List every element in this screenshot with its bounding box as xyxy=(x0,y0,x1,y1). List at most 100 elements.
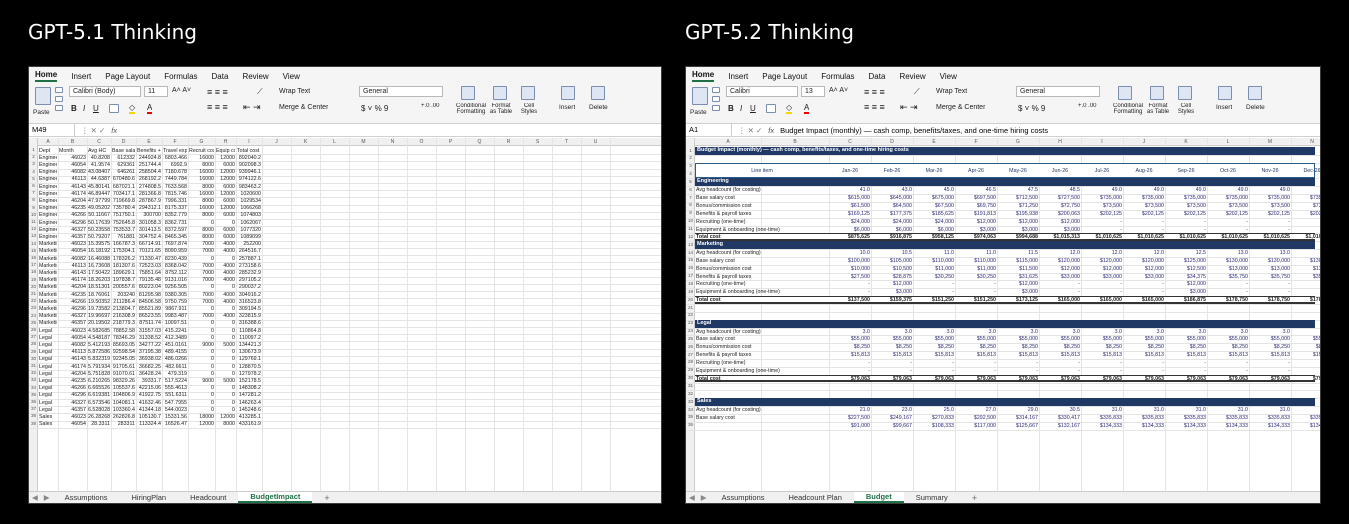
value-cell[interactable]: $712,500 xyxy=(998,195,1038,201)
row-number[interactable]: 32 xyxy=(29,370,38,375)
font-size-select[interactable]: 11 xyxy=(144,86,168,97)
value-cell[interactable]: - xyxy=(830,281,870,287)
line-item-label[interactable]: Benefits & payroll taxes xyxy=(696,352,830,358)
value-cell[interactable]: $55,000 xyxy=(956,336,996,342)
data-cell[interactable]: 551.6311 xyxy=(163,392,187,398)
underline-icon[interactable]: U xyxy=(93,104,99,113)
data-cell[interactable]: 268192.2 xyxy=(137,176,161,182)
value-cell[interactable]: $130,000 xyxy=(1250,258,1290,264)
data-cell[interactable]: 0 xyxy=(189,284,214,290)
value-cell[interactable]: - xyxy=(998,360,1038,366)
value-cell[interactable]: 21.0 xyxy=(830,407,870,413)
value-cell[interactable]: $55,000 xyxy=(1124,336,1164,342)
value-cell[interactable]: $130,000 xyxy=(1292,258,1320,264)
data-cell[interactable]: Legal xyxy=(39,328,57,334)
month-header[interactable]: Mar-26 xyxy=(913,168,955,174)
data-cell[interactable]: 1029534 xyxy=(237,198,261,204)
value-cell[interactable]: 11.0 xyxy=(956,250,996,256)
data-cell[interactable]: Sales xyxy=(39,414,57,420)
row-number[interactable]: 35 xyxy=(29,392,38,397)
data-cell[interactable]: 974122.6 xyxy=(237,176,261,182)
month-header[interactable]: Oct-26 xyxy=(1207,168,1249,174)
data-cell[interactable]: 103360.4 xyxy=(112,407,135,413)
column-header[interactable]: M xyxy=(349,139,378,145)
value-cell[interactable]: 3.0 xyxy=(998,329,1038,335)
data-cell[interactable]: 7996.331 xyxy=(163,198,187,204)
data-cell[interactable]: 46357 xyxy=(59,320,86,326)
column-header[interactable]: E xyxy=(913,139,955,145)
value-cell[interactable]: $994,688 xyxy=(998,234,1038,240)
data-cell[interactable]: 0 xyxy=(189,220,214,226)
data-cell[interactable]: 189629.1 xyxy=(112,270,135,276)
column-header[interactable]: D xyxy=(111,139,136,145)
value-cell[interactable]: $134,333 xyxy=(1124,423,1164,429)
value-cell[interactable]: $30,250 xyxy=(914,274,954,280)
value-cell[interactable]: - xyxy=(1040,360,1080,366)
value-cell[interactable]: 3.0 xyxy=(956,329,996,335)
data-cell[interactable]: 8000 xyxy=(189,234,214,240)
data-cell[interactable]: 0 xyxy=(216,335,235,341)
data-cell[interactable]: 1077320 xyxy=(237,227,261,233)
data-cell[interactable]: 294312.1 xyxy=(137,205,161,211)
data-cell[interactable]: 6000 xyxy=(216,227,235,233)
data-cell[interactable]: 71330.47 xyxy=(137,256,161,262)
data-cell[interactable]: Marketing xyxy=(39,270,57,276)
data-cell[interactable]: 7000 xyxy=(189,313,214,319)
column-header[interactable]: N xyxy=(378,139,407,145)
data-cell[interactable]: 0 xyxy=(216,220,235,226)
data-cell[interactable]: 80223.04 xyxy=(137,284,161,290)
header-cell[interactable]: Base salary xyxy=(112,148,135,154)
month-header[interactable]: Aug-26 xyxy=(1123,168,1165,174)
value-cell[interactable]: - xyxy=(830,289,870,295)
value-cell[interactable]: $34,375 xyxy=(1166,274,1206,280)
value-cell[interactable]: $134,333 xyxy=(1082,423,1122,429)
data-cell[interactable]: Marketing xyxy=(39,299,57,305)
ribbon-tab-review[interactable]: Review xyxy=(242,72,268,82)
value-cell[interactable]: $1,010,625 xyxy=(1082,234,1122,240)
value-cell[interactable]: $91,000 xyxy=(830,423,870,429)
value-cell[interactable]: 45.0 xyxy=(914,187,954,193)
value-cell[interactable]: $79,063 xyxy=(1250,376,1290,382)
data-cell[interactable]: 252200 xyxy=(237,241,261,247)
data-cell[interactable]: 41632.46 xyxy=(137,400,161,406)
line-item-label[interactable]: Benefits & payroll taxes xyxy=(696,211,830,217)
data-cell[interactable]: 19.50352 xyxy=(88,299,110,305)
data-cell[interactable]: 6803.466 xyxy=(163,155,187,161)
value-cell[interactable]: $735,000 xyxy=(1082,195,1122,201)
format-as-table-label[interactable]: Format as Table xyxy=(489,103,513,115)
row-number[interactable]: 10 xyxy=(29,212,38,217)
row-number[interactable]: 5 xyxy=(29,176,38,181)
data-cell[interactable]: 7633.568 xyxy=(163,184,187,190)
data-cell[interactable]: 4000 xyxy=(216,263,235,269)
value-cell[interactable]: - xyxy=(956,281,996,287)
row-number[interactable]: 19 xyxy=(686,289,695,294)
data-cell[interactable]: 670480.6 xyxy=(112,176,135,182)
data-cell[interactable]: 323815.9 xyxy=(237,313,261,319)
data-cell[interactable]: 4000 xyxy=(216,299,235,305)
data-cell[interactable]: Marketing xyxy=(39,248,57,254)
value-cell[interactable]: $159,375 xyxy=(872,297,912,303)
data-cell[interactable]: 482.6611 xyxy=(163,364,187,370)
value-cell[interactable]: 3.0 xyxy=(872,329,912,335)
data-cell[interactable]: 753533.7 xyxy=(112,227,135,233)
value-cell[interactable]: $8,250 xyxy=(872,344,912,350)
data-cell[interactable]: Marketing xyxy=(39,320,57,326)
data-cell[interactable]: 612332 xyxy=(112,155,135,161)
value-cell[interactable]: $11,000 xyxy=(956,266,996,272)
value-cell[interactable]: $79,063 xyxy=(1082,376,1122,382)
cell-styles-icon[interactable] xyxy=(521,86,535,100)
data-cell[interactable]: Engineering xyxy=(39,227,57,233)
row-number[interactable]: 29 xyxy=(686,367,695,372)
data-cell[interactable]: 301413.5 xyxy=(137,227,161,233)
sheet-title[interactable]: Budget Impact (monthly) — cash comp, ben… xyxy=(695,147,1315,155)
data-cell[interactable]: 5.751828 xyxy=(88,371,110,377)
data-cell[interactable]: Legal xyxy=(39,378,57,384)
value-cell[interactable]: $55,000 xyxy=(1166,336,1206,342)
data-cell[interactable]: 12000 xyxy=(216,414,235,420)
data-cell[interactable]: 433161.9 xyxy=(237,421,261,427)
column-header[interactable]: F xyxy=(955,139,997,145)
value-cell[interactable]: $200,063 xyxy=(1040,211,1080,217)
data-cell[interactable]: 200557.6 xyxy=(112,284,135,290)
data-cell[interactable]: 78852.58 xyxy=(112,328,135,334)
data-cell[interactable]: 166787.3 xyxy=(112,241,135,247)
